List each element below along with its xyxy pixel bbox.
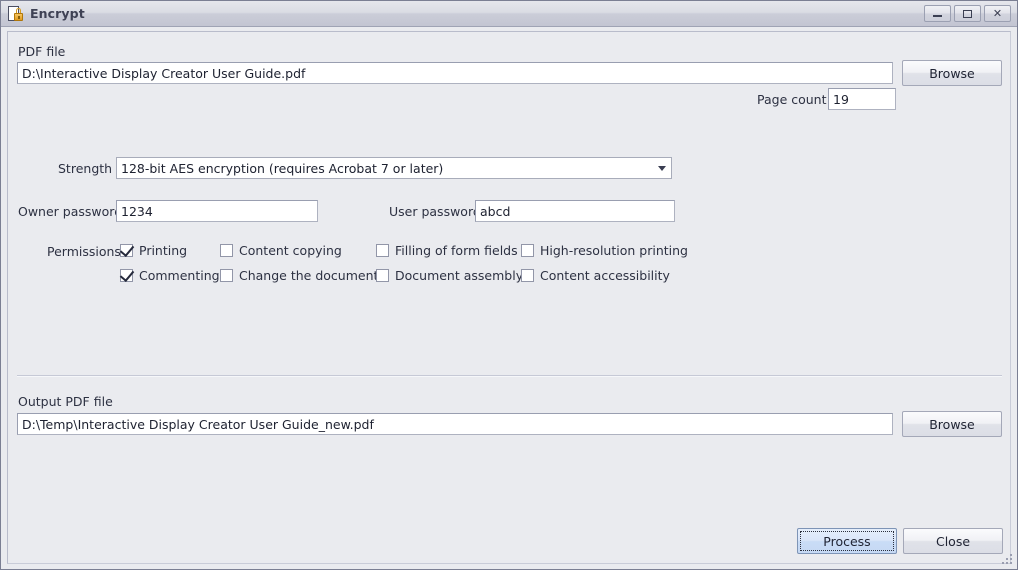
permission-content-accessibility[interactable]: Content accessibility — [521, 268, 670, 283]
checkbox-printing[interactable] — [120, 244, 133, 257]
pdf-file-label: PDF file — [18, 44, 66, 59]
permission-label: Change the document — [239, 268, 379, 283]
pdf-browse-label: Browse — [929, 65, 975, 81]
owner-password-input[interactable] — [116, 200, 318, 222]
owner-password-label: Owner password — [18, 204, 123, 219]
title-bar: Encrypt ✕ — [1, 1, 1017, 27]
permissions-label: Permissions: — [47, 244, 126, 259]
output-browse-label: Browse — [929, 416, 975, 432]
permission-commenting[interactable]: Commenting — [120, 268, 220, 283]
permission-document-assembly[interactable]: Document assembly — [376, 268, 523, 283]
permission-label: Filling of form fields — [395, 243, 518, 258]
chevron-down-icon[interactable] — [653, 165, 671, 171]
checkbox-filling-of-form-fields[interactable] — [376, 244, 389, 257]
minimize-button[interactable] — [924, 5, 951, 22]
process-button[interactable]: Process — [797, 528, 897, 554]
permission-high-resolution-printing[interactable]: High-resolution printing — [521, 243, 688, 258]
process-label: Process — [823, 533, 871, 549]
permission-change-the-document[interactable]: Change the document — [220, 268, 378, 283]
strength-label: Strength — [58, 161, 113, 176]
window-title: Encrypt — [30, 6, 85, 21]
section-divider — [17, 375, 1002, 376]
close-label: Close — [935, 533, 971, 549]
checkbox-commenting[interactable] — [120, 269, 133, 282]
close-button[interactable]: ✕ — [984, 5, 1011, 22]
checkbox-document-assembly[interactable] — [376, 269, 389, 282]
client-area: PDF file Browse Page count Strength 128-… — [1, 27, 1017, 569]
strength-value: 128-bit AES encryption (requires Acrobat… — [121, 160, 444, 176]
permission-label: Content copying — [239, 243, 342, 258]
close-action-button[interactable]: Close — [903, 528, 1003, 554]
permission-label: Printing — [139, 243, 188, 258]
permission-label: Commenting — [139, 268, 220, 283]
maximize-button[interactable] — [954, 5, 981, 22]
permission-filling-of-form-fields[interactable]: Filling of form fields — [376, 243, 518, 258]
permission-label: Document assembly — [395, 268, 524, 283]
strength-combobox[interactable]: 128-bit AES encryption (requires Acrobat… — [116, 157, 672, 179]
permission-printing[interactable]: Printing — [120, 243, 187, 258]
permission-label: High-resolution printing — [540, 243, 688, 258]
page-count-input[interactable] — [828, 88, 896, 110]
output-file-label: Output PDF file — [18, 394, 113, 409]
page-count-label: Page count — [757, 92, 827, 107]
checkbox-content-copying[interactable] — [220, 244, 233, 257]
pdf-browse-button[interactable]: Browse — [902, 60, 1002, 86]
output-browse-button[interactable]: Browse — [902, 411, 1002, 437]
checkbox-high-resolution-printing[interactable] — [521, 244, 534, 257]
document-lock-icon — [7, 5, 25, 23]
user-password-input[interactable] — [475, 200, 675, 222]
dialog-panel: PDF file Browse Page count Strength 128-… — [7, 31, 1011, 564]
user-password-label: User password — [389, 204, 481, 219]
permission-content-copying[interactable]: Content copying — [220, 243, 342, 258]
output-file-input[interactable] — [17, 413, 893, 435]
encrypt-window: Encrypt ✕ PDF file Browse Page count Str… — [0, 0, 1018, 570]
permission-label: Content accessibility — [540, 268, 670, 283]
caption-buttons: ✕ — [924, 5, 1011, 22]
checkbox-content-accessibility[interactable] — [521, 269, 534, 282]
checkbox-change-the-document[interactable] — [220, 269, 233, 282]
pdf-file-input[interactable] — [17, 62, 893, 84]
resize-grip[interactable] — [1000, 552, 1014, 566]
